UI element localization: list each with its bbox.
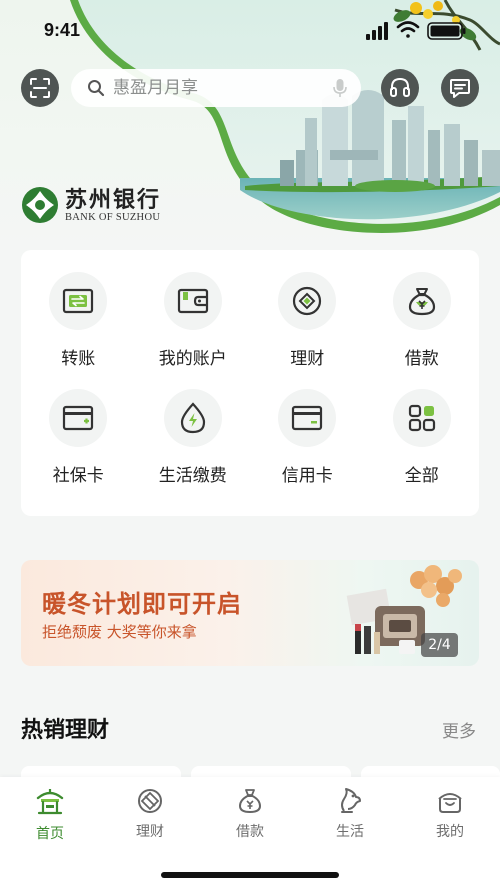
banner-pager: 2/4 bbox=[421, 633, 458, 657]
menu-label: 理财 bbox=[290, 349, 325, 369]
utility-drop-icon bbox=[180, 402, 205, 434]
menu-label: 我的账户 bbox=[158, 349, 227, 369]
tab-loan[interactable]: 借款 bbox=[210, 787, 290, 841]
menu-item-all[interactable]: 全部 bbox=[365, 389, 480, 486]
loan-bag-icon bbox=[408, 288, 435, 316]
microphone-icon[interactable] bbox=[333, 78, 347, 98]
search-input[interactable] bbox=[113, 78, 333, 98]
menu-item-loan[interactable]: 借款 bbox=[365, 272, 480, 369]
social-card-icon bbox=[63, 405, 94, 431]
quick-menu-card: 转账 我的账户 理财 借款 社保卡 生活缴费 信用卡 全部 bbox=[21, 250, 479, 516]
more-link[interactable]: 更多 bbox=[442, 717, 476, 742]
wallet-icon bbox=[177, 288, 208, 314]
transfer-icon bbox=[63, 288, 94, 314]
tab-profile[interactable]: 我的 bbox=[410, 787, 490, 841]
menu-item-wealth[interactable]: 理财 bbox=[250, 272, 365, 369]
headset-icon bbox=[390, 77, 410, 97]
battery-icon bbox=[427, 22, 466, 40]
wealth-tab-icon bbox=[138, 789, 162, 813]
bank-name-cn: 苏州银行 bbox=[65, 186, 162, 213]
menu-label: 全部 bbox=[404, 466, 439, 486]
home-indicator bbox=[161, 872, 339, 878]
scan-button[interactable] bbox=[21, 69, 59, 107]
status-time: 9:41 bbox=[44, 20, 81, 40]
menu-label: 社保卡 bbox=[52, 466, 104, 486]
tab-life[interactable]: 生活 bbox=[310, 787, 390, 841]
cellular-signal-icon bbox=[366, 22, 388, 40]
scan-icon bbox=[30, 78, 50, 98]
credit-card-icon bbox=[292, 405, 323, 431]
tab-label: 我的 bbox=[436, 824, 464, 840]
tab-wealth[interactable]: 理财 bbox=[110, 787, 190, 841]
tab-home[interactable]: 首页 bbox=[10, 787, 90, 843]
grid-icon bbox=[408, 404, 435, 432]
customer-service-button[interactable] bbox=[381, 69, 419, 107]
wealth-icon bbox=[293, 286, 322, 316]
bank-logo-icon bbox=[22, 187, 58, 223]
tab-label: 理财 bbox=[136, 824, 164, 840]
bank-logo: 苏州银行 BANK OF SUZHOU bbox=[21, 186, 161, 224]
menu-item-utilities[interactable]: 生活缴费 bbox=[136, 389, 251, 486]
menu-item-credit-card[interactable]: 信用卡 bbox=[250, 389, 365, 486]
menu-item-social-card[interactable]: 社保卡 bbox=[21, 389, 136, 486]
tab-label: 首页 bbox=[36, 826, 64, 842]
home-pavilion-icon bbox=[36, 789, 64, 815]
loan-tab-icon bbox=[238, 789, 262, 814]
menu-label: 信用卡 bbox=[281, 466, 333, 486]
wifi-icon bbox=[396, 21, 420, 38]
message-icon bbox=[450, 79, 470, 98]
profile-tab-icon bbox=[438, 793, 462, 813]
hot-products-title: 热销理财 bbox=[21, 718, 110, 743]
banner-title: 暖冬计划即可开启 bbox=[42, 590, 242, 618]
status-bar: 9:41 bbox=[0, 0, 500, 60]
menu-label: 借款 bbox=[404, 349, 439, 369]
message-button[interactable] bbox=[441, 69, 479, 107]
bank-name-en: BANK OF SUZHOU bbox=[65, 211, 161, 223]
search-icon bbox=[88, 80, 105, 97]
menu-label: 生活缴费 bbox=[158, 466, 227, 486]
menu-label: 转账 bbox=[61, 349, 96, 369]
life-tab-icon bbox=[341, 788, 361, 813]
menu-item-transfer[interactable]: 转账 bbox=[21, 272, 136, 369]
status-icons bbox=[366, 21, 466, 40]
banner-subtitle: 拒绝颓废 大奖等你来拿 bbox=[42, 623, 197, 641]
tab-label: 借款 bbox=[236, 824, 264, 840]
tab-label: 生活 bbox=[336, 824, 364, 840]
promo-banner[interactable]: 暖冬计划即可开启 拒绝颓废 大奖等你来拿 bbox=[21, 560, 479, 666]
menu-item-my-account[interactable]: 我的账户 bbox=[136, 272, 251, 369]
search-bar[interactable] bbox=[71, 69, 361, 107]
